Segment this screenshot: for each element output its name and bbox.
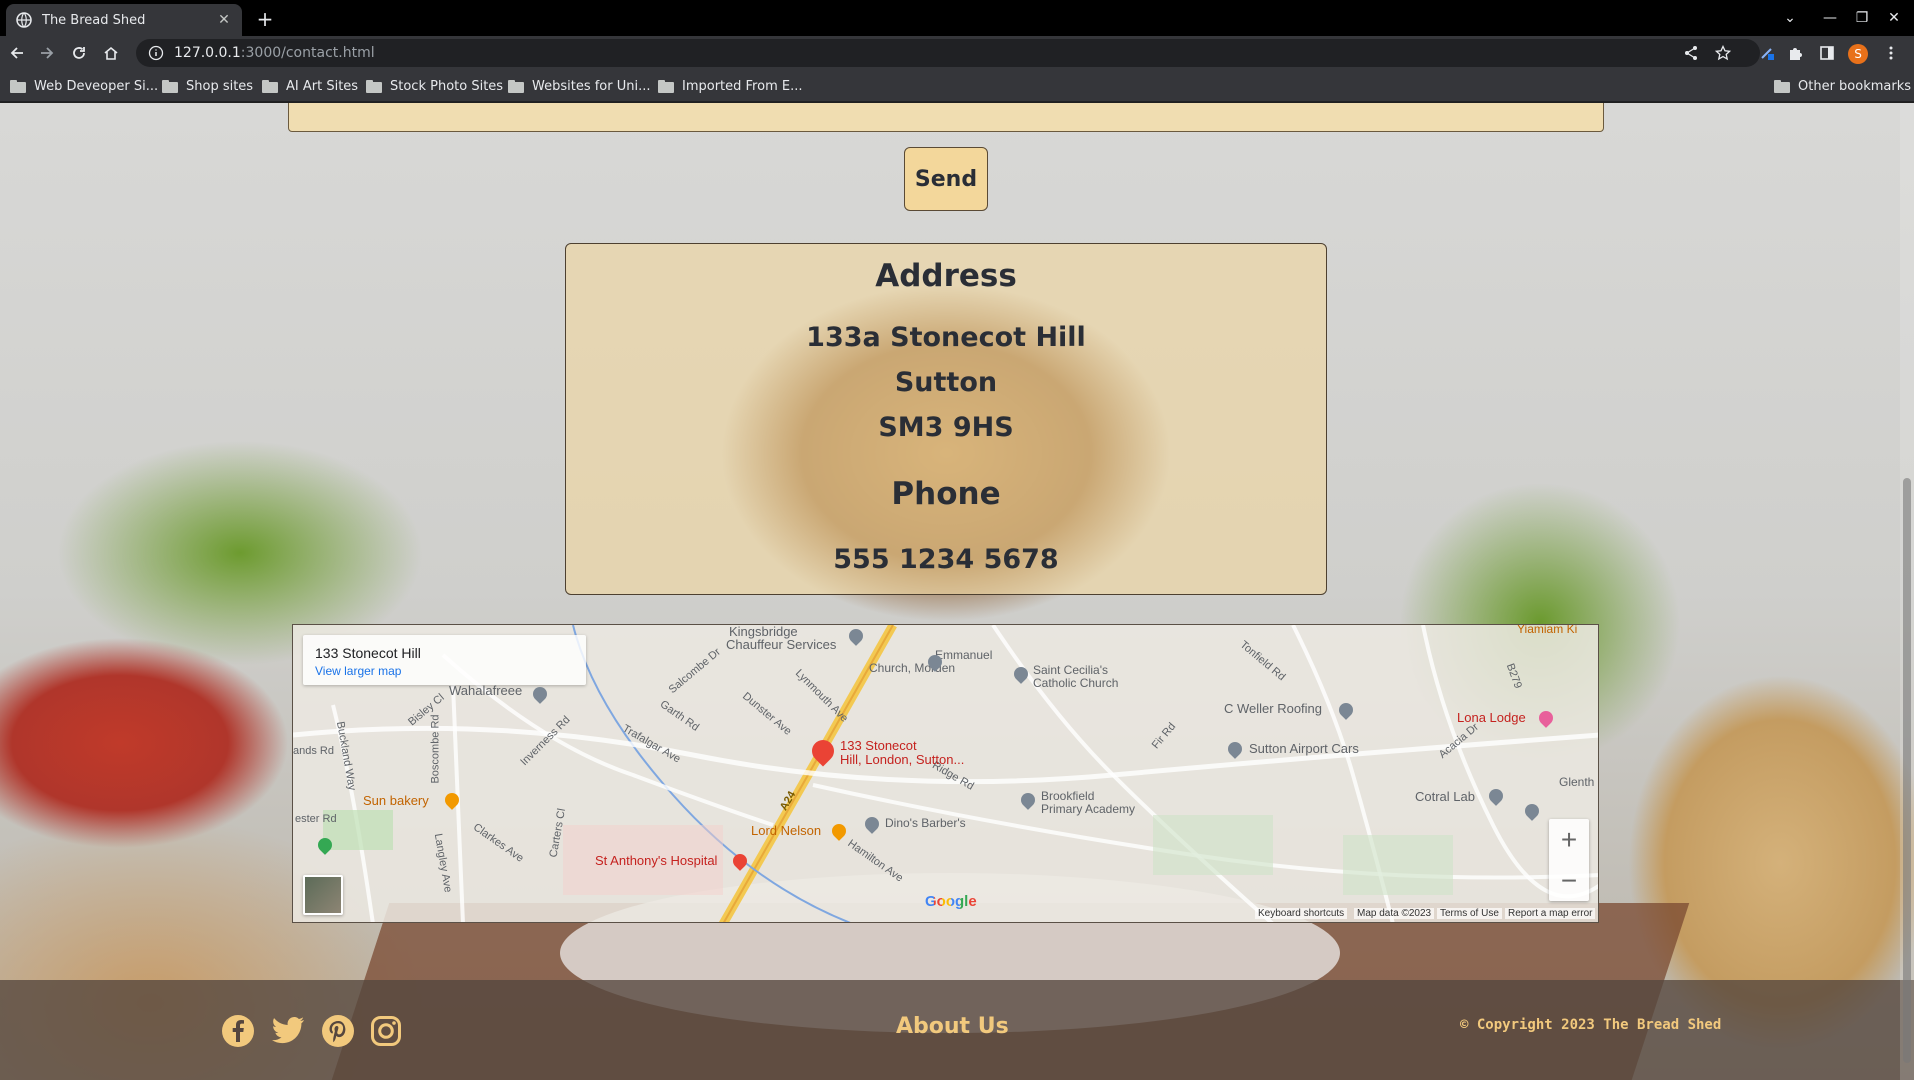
pinterest-icon[interactable] [321, 1014, 355, 1048]
marker-label: 133 Stonecot [840, 738, 917, 753]
poi-label[interactable]: Chauffeur Services [726, 637, 836, 652]
folder-icon [10, 79, 26, 93]
reload-icon[interactable] [66, 40, 92, 66]
browser-tab[interactable]: The Bread Shed ✕ [6, 4, 242, 36]
map-zoom-controls: + − [1549, 819, 1589, 901]
copyright-text: © Copyright 2023 The Bread Shed [1460, 1017, 1722, 1033]
poi-label[interactable]: C Weller Roofing [1224, 701, 1322, 716]
zoom-out-button[interactable]: − [1549, 860, 1589, 901]
side-panel-icon[interactable] [1816, 42, 1838, 64]
poi-label[interactable]: Dino's Barber's [885, 816, 966, 830]
address-line-3: SM3 9HS [878, 412, 1014, 443]
poi-label[interactable]: St Anthony's Hospital [595, 853, 717, 868]
poi-label[interactable]: Emmanuel [935, 648, 992, 662]
poi-label[interactable]: Glenth [1559, 775, 1594, 789]
home-icon[interactable] [98, 40, 124, 66]
road-label: ands Rd [293, 745, 334, 757]
new-tab-button[interactable]: + [252, 6, 278, 32]
poi-label[interactable]: Catholic Church [1033, 676, 1118, 690]
bookmark-folder-websites-uni[interactable]: Websites for Uni... [508, 76, 651, 96]
site-footer: About Us © Copyright 2023 The Bread Shed [0, 980, 1914, 1080]
minimize-button[interactable]: — [1814, 6, 1846, 30]
view-larger-map-link[interactable]: View larger map [315, 664, 574, 678]
map-place-title: 133 Stonecot Hill [315, 645, 421, 661]
url-host: 127.0.0.1 [174, 45, 241, 61]
poi-label[interactable]: Saint Cecilia's [1033, 663, 1108, 677]
tab-strip: The Bread Shed ✕ + ⌄ — ❐ ✕ [0, 0, 1914, 36]
poi-label[interactable]: Sun bakery [363, 793, 429, 808]
browser-toolbar: 127.0.0.1:3000/contact.html S [0, 36, 1914, 70]
bookmark-folder-shop-sites[interactable]: Shop sites [162, 76, 253, 96]
phone-heading: Phone [891, 476, 1001, 512]
bookmark-star-icon[interactable] [1712, 42, 1734, 64]
folder-icon [1774, 79, 1790, 93]
twitter-icon[interactable] [271, 1014, 305, 1048]
poi-label[interactable]: Lona Lodge [1457, 710, 1526, 725]
folder-icon [262, 79, 278, 93]
profile-avatar[interactable]: S [1848, 44, 1868, 64]
map-attribution-bar: Keyboard shortcuts Map data ©2023 Terms … [293, 906, 1598, 922]
poi-label[interactable]: Sutton Airport Cars [1249, 741, 1359, 756]
close-tab-icon[interactable]: ✕ [216, 12, 232, 28]
send-button[interactable]: Send [904, 147, 988, 211]
address-line-2: Sutton [894, 367, 998, 398]
share-icon[interactable] [1680, 42, 1702, 64]
browser-menu-icon[interactable] [1880, 42, 1902, 64]
scrollbar-thumb[interactable] [1903, 478, 1911, 1063]
url-path: :3000/contact.html [240, 45, 375, 61]
terms-of-use-link[interactable]: Terms of Use [1437, 908, 1502, 919]
tab-search-icon[interactable]: ⌄ [1774, 6, 1806, 30]
instagram-icon[interactable] [369, 1014, 403, 1048]
tab-title: The Bread Shed [42, 12, 146, 28]
address-bar[interactable]: 127.0.0.1:3000/contact.html [136, 39, 1760, 67]
contact-info-card: Address 133a Stonecot Hill Sutton SM3 9H… [565, 243, 1327, 595]
poi-label[interactable]: Wahalafreee [449, 683, 522, 698]
forward-icon[interactable] [34, 40, 60, 66]
globe-icon [16, 12, 32, 28]
page-scrollbar[interactable] [1900, 103, 1914, 1080]
map-data-label: Map data ©2023 [1354, 908, 1435, 919]
site-info-icon[interactable] [148, 45, 164, 61]
extensions-puzzle-icon[interactable] [1784, 42, 1806, 64]
other-bookmarks-folder[interactable]: Other bookmarks [1774, 76, 1911, 96]
close-window-button[interactable]: ✕ [1878, 6, 1910, 30]
folder-icon [658, 79, 674, 93]
page-viewport: Send Address 133a Stonecot Hill Sutton S… [0, 103, 1914, 1080]
restore-button[interactable]: ❐ [1846, 6, 1878, 30]
extension-icon[interactable] [1756, 42, 1778, 64]
poi-label[interactable]: Lord Nelson [751, 823, 821, 838]
poi-label[interactable]: Yiamiam Ki [1517, 625, 1577, 636]
message-textarea[interactable] [288, 103, 1604, 132]
poi-label[interactable]: Brookfield [1041, 789, 1094, 803]
road-label: ester Rd [295, 813, 337, 825]
bookmark-folder-imported[interactable]: Imported From E... [658, 76, 802, 96]
zoom-in-button[interactable]: + [1549, 819, 1589, 860]
folder-icon [162, 79, 178, 93]
facebook-icon[interactable] [221, 1014, 255, 1048]
folder-icon [508, 79, 524, 93]
bookmarks-bar: Web Deveoper Si... Shop sites AI Art Sit… [0, 70, 1914, 102]
report-map-error-link[interactable]: Report a map error [1505, 908, 1596, 919]
embedded-google-map[interactable]: 133 Stonecot Hill View larger map Kingsb… [292, 624, 1599, 923]
bookmark-folder-stock-photo[interactable]: Stock Photo Sites [366, 76, 503, 96]
keyboard-shortcuts-link[interactable]: Keyboard shortcuts [1255, 908, 1348, 919]
marker-label: Hill, London, Sutton... [840, 752, 965, 767]
bookmark-folder-web-developer[interactable]: Web Deveoper Si... [10, 76, 158, 96]
poi-label[interactable]: Cotral Lab [1415, 789, 1475, 804]
address-line-1: 133a Stonecot Hill [806, 322, 1086, 353]
map-place-card: 133 Stonecot Hill View larger map [303, 635, 586, 685]
folder-icon [366, 79, 382, 93]
about-us-link[interactable]: About Us [896, 1014, 1009, 1039]
back-icon[interactable] [4, 40, 30, 66]
bookmark-folder-ai-art[interactable]: AI Art Sites [262, 76, 358, 96]
poi-label[interactable]: Primary Academy [1041, 802, 1135, 816]
phone-number: 555 1234 5678 [833, 544, 1059, 575]
address-heading: Address [875, 258, 1017, 294]
road-label: Boscombe Rd [429, 714, 442, 784]
